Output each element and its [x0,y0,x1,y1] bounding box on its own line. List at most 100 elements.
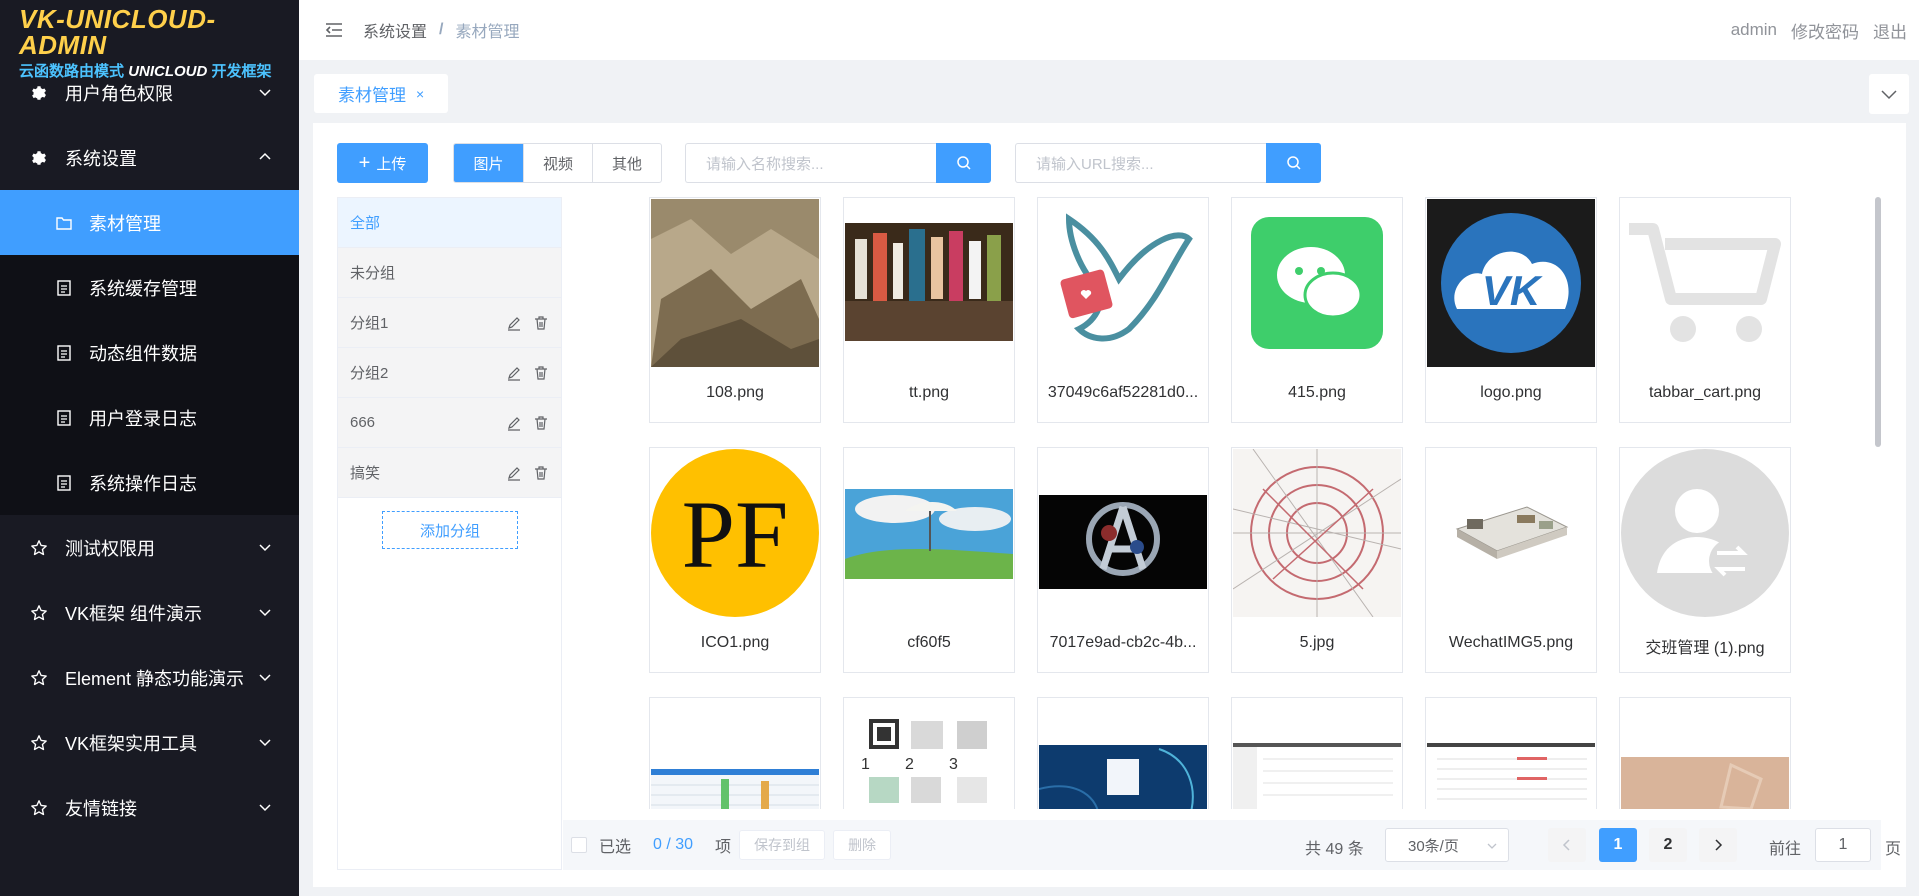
image-tile[interactable] [1037,697,1209,809]
sidebar-item-dynamic-component-data[interactable]: 动态组件数据 [0,320,299,385]
name-search-input[interactable]: 请输入名称搜索... [685,143,936,183]
delete-icon[interactable] [533,365,549,381]
tab-images[interactable]: 图片 [454,144,523,182]
document-icon [55,344,73,362]
edit-icon[interactable] [506,315,522,331]
image-name: 7017e9ad-cb2c-4b... [1049,634,1197,651]
page-button[interactable]: 2 [1649,828,1687,862]
sidebar-item-vk-tools[interactable]: VK框架实用工具 [0,710,299,775]
edit-icon[interactable] [506,365,522,381]
sidebar-item-material-management[interactable]: 素材管理 [0,190,299,255]
submenu-system-settings: 素材管理 系统缓存管理 动态组件数据 用户登录日志 系统操作日志 [0,190,299,515]
star-icon [29,538,49,558]
group-item[interactable]: 分组2 [338,348,561,398]
image-tile[interactable]: 交班管理 (1).png [1619,447,1791,673]
chevron-down-icon [259,739,271,747]
menu-fold-icon[interactable] [323,19,345,41]
chevron-down-icon [1881,90,1897,100]
tags-view: 素材管理 × [299,60,1919,120]
sidebar-item-system-settings[interactable]: 系统设置 [0,125,299,190]
group-item[interactable]: 搞笑 [338,448,561,498]
image-tile[interactable] [649,697,821,809]
header-user-actions: admin 修改密码 退出 [1717,0,1907,60]
image-tile[interactable]: WechatIMG5.png [1425,447,1597,673]
group-item-ungrouped[interactable]: 未分组 [338,248,561,298]
image-thumbnail [651,699,819,809]
sidebar-item-element-demo[interactable]: Element 静态功能演示 [0,645,299,710]
image-tile[interactable] [1231,697,1403,809]
image-tile[interactable]: 5.jpg [1231,447,1403,673]
image-tile[interactable]: 7017e9ad-cb2c-4b... [1037,447,1209,673]
image-tile[interactable] [1425,697,1597,809]
edit-icon[interactable] [506,415,522,431]
chevron-down-icon [259,674,271,682]
page-button[interactable]: 1 [1599,828,1637,862]
tabs-dropdown-button[interactable] [1869,74,1909,114]
delete-icon[interactable] [533,465,549,481]
image-thumbnail [1621,449,1789,617]
edit-icon[interactable] [506,465,522,481]
sidebar-item-login-log[interactable]: 用户登录日志 [0,385,299,450]
svg-text:3: 3 [949,756,958,773]
username-link[interactable]: admin [1731,20,1777,40]
tab-videos[interactable]: 视频 [523,144,592,182]
image-tile[interactable] [1619,697,1791,809]
sidebar-item-operation-log[interactable]: 系统操作日志 [0,450,299,515]
next-page-button[interactable] [1699,828,1737,862]
breadcrumb-item[interactable]: 系统设置 [363,18,427,42]
select-all-checkbox[interactable] [571,837,587,853]
image-thumbnail [845,199,1013,367]
image-thumbnail [1233,449,1401,617]
sidebar-item-cache-management[interactable]: 系统缓存管理 [0,255,299,320]
add-group-button[interactable]: 添加分组 [382,511,518,549]
delete-icon[interactable] [533,315,549,331]
tab-material-management[interactable]: 素材管理 × [314,74,449,113]
image-tile[interactable]: PF ICO1.png [649,447,821,673]
image-tile[interactable]: tt.png [843,197,1015,423]
image-tile[interactable]: tabbar_cart.png [1619,197,1791,423]
svg-text:2: 2 [905,756,914,773]
image-tile[interactable]: 415.png [1231,197,1403,423]
logout-link[interactable]: 退出 [1873,18,1907,43]
document-icon [55,279,73,297]
image-thumbnail [1233,699,1401,809]
group-item-all[interactable]: 全部 [338,198,561,248]
media-type-tabs: 图片 视频 其他 [453,143,662,183]
image-tile[interactable]: cf60f5 [843,447,1015,673]
image-tile[interactable]: 1 2 3 [843,697,1015,809]
image-tile[interactable]: VK logo.png [1425,197,1597,423]
material-panel: + 上传 图片 视频 其他 请输入名称搜索... 请输入URL搜索... 全部 … [313,123,1906,887]
delete-icon[interactable] [533,415,549,431]
selected-label: 已选 [599,839,632,856]
change-password-link[interactable]: 修改密码 [1791,18,1859,43]
image-thumbnail [1427,699,1595,809]
tab-other[interactable]: 其他 [592,144,661,182]
name-search-button[interactable] [936,143,991,183]
grid-scrollbar[interactable] [1875,197,1881,447]
search-icon [956,156,971,170]
svg-text:PF: PF [682,481,789,588]
close-icon[interactable]: × [416,86,424,102]
url-search-button[interactable] [1266,143,1321,183]
image-tile[interactable]: 37049c6af52281d0... [1037,197,1209,423]
group-item[interactable]: 分组1 [338,298,561,348]
prev-page-button[interactable] [1548,828,1586,862]
group-item[interactable]: 666 [338,398,561,448]
search-icon [1286,156,1301,170]
breadcrumb-current: 素材管理 [455,24,520,41]
sidebar-item-user-roles[interactable]: 用户角色权限 [0,60,299,125]
image-thumbnail [1233,199,1401,367]
sidebar-item-friend-links[interactable]: 友情链接 [0,775,299,840]
goto-page-input[interactable]: 1 [1815,828,1871,862]
delete-button[interactable]: 删除 [833,830,892,860]
footer-bar: 已选 0 / 30 项 保存到组 删除 共 49 条 30条/页 1 2 前往 … [563,820,1901,870]
url-search-input[interactable]: 请输入URL搜索... [1015,143,1266,183]
image-tile[interactable]: 108.png [649,197,821,423]
sidebar-item-vk-components[interactable]: VK框架 组件演示 [0,580,299,645]
page-size-select[interactable]: 30条/页 [1385,828,1509,862]
save-to-group-button[interactable]: 保存到组 [739,830,826,860]
sidebar-item-test-permission[interactable]: 测试权限用 [0,515,299,580]
image-thumbnail [1427,449,1595,617]
breadcrumb: 系统设置 / 素材管理 [363,18,519,42]
upload-button[interactable]: + 上传 [337,143,428,183]
